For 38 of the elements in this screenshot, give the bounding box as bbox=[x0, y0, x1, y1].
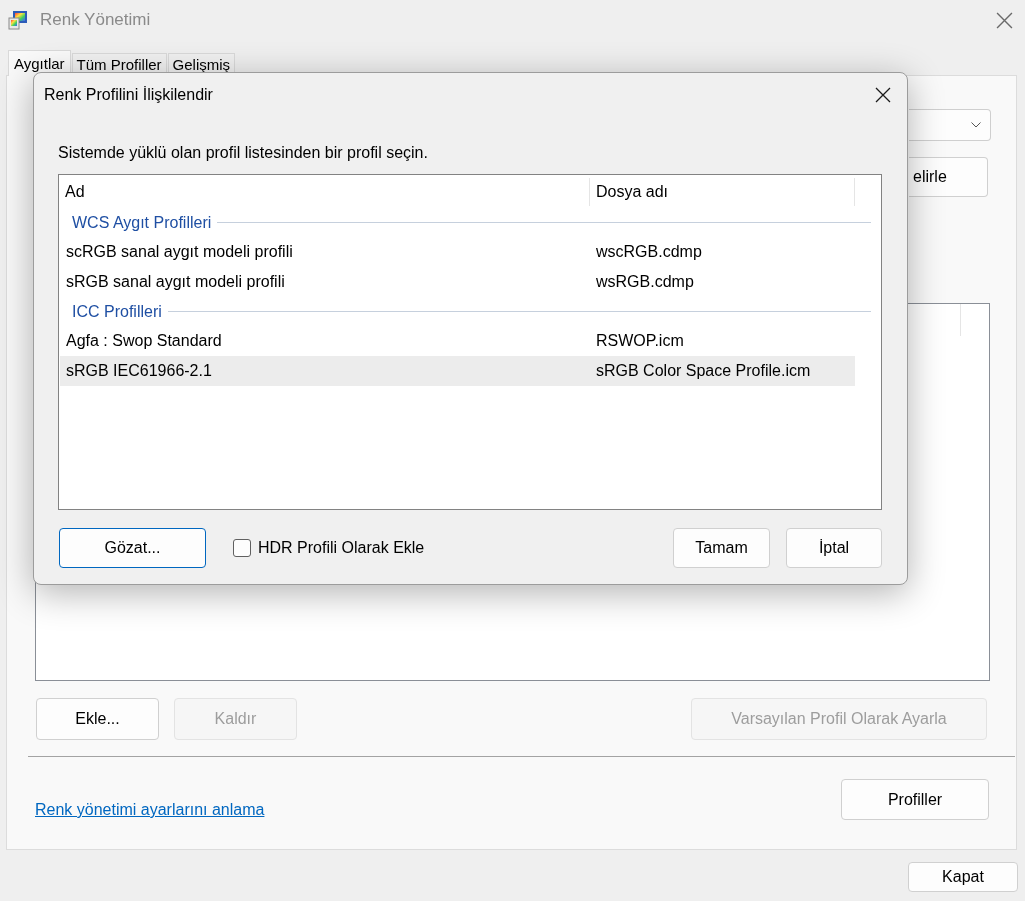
display-icon bbox=[8, 10, 28, 30]
profile-name-cell-text: Agfa : Swop Standard bbox=[65, 331, 223, 351]
hdr-checkbox[interactable] bbox=[233, 539, 251, 557]
profile-name-cell-text: scRGB sanal aygıt modeli profili bbox=[65, 242, 294, 262]
profile-name-cell-text: sRGB sanal aygıt modeli profili bbox=[65, 272, 286, 292]
profile-row[interactable]: Agfa : Swop Standard RSWOP.icm bbox=[60, 326, 855, 356]
dialog-button[interactable]: Tamam bbox=[673, 528, 770, 568]
profile-name-cell-text: sRGB IEC61966-2.1 bbox=[65, 361, 213, 381]
action-button[interactable]: Ekle... bbox=[36, 698, 159, 740]
group-header: WCS Aygıt Profilleri bbox=[72, 212, 212, 233]
profiles-button[interactable]: Profiller bbox=[841, 779, 989, 820]
hdr-checkbox-label[interactable]: HDR Profili Olarak Ekle bbox=[258, 538, 425, 558]
identify-button[interactable]: elirle bbox=[909, 157, 988, 197]
help-link[interactable]: Renk yönetimi ayarlarını anlama bbox=[35, 800, 265, 820]
file-name-cell-text: sRGB Color Space Profile.icm bbox=[595, 361, 812, 381]
close-icon bbox=[875, 86, 891, 103]
dialog-close-button[interactable] bbox=[875, 86, 891, 103]
close-window-button[interactable]: Kapat bbox=[908, 862, 1018, 892]
browse-button[interactable]: Gözat... bbox=[59, 528, 206, 568]
profile-row[interactable]: sRGB sanal aygıt modeli profili wsRGB.cdmp bbox=[60, 267, 855, 297]
window-title: Renk Yönetimi bbox=[40, 10, 151, 30]
instruction-text: Sistemde yüklü olan profil listesinden bir profil seçin. bbox=[58, 143, 429, 163]
tab[interactable]: Gelişmiş bbox=[167, 53, 236, 75]
tab[interactable]: Aygıtlar bbox=[8, 50, 71, 76]
close-button[interactable] bbox=[996, 11, 1013, 29]
dialog-title: Renk Profilini İlişkilendir bbox=[44, 84, 213, 105]
dialog-button[interactable]: İptal bbox=[786, 528, 882, 568]
file-name-cell-text: wsRGB.cdmp bbox=[595, 272, 695, 292]
file-name-cell-text: wscRGB.cdmp bbox=[595, 242, 703, 262]
group-header: ICC Profilleri bbox=[72, 301, 162, 322]
column-header[interactable]: Dosya adı bbox=[590, 177, 855, 206]
column-header[interactable]: Ad bbox=[59, 177, 590, 206]
profile-row[interactable]: sRGB IEC61966-2.1 sRGB Color Space Profile.icm bbox=[60, 356, 855, 386]
close-icon bbox=[996, 11, 1013, 29]
profile-row[interactable]: scRGB sanal aygıt modeli profili wscRGB.cdmp bbox=[60, 237, 855, 267]
file-name-cell-text: RSWOP.icm bbox=[595, 331, 685, 351]
tab[interactable]: Tüm Profiller bbox=[71, 53, 167, 75]
chevron-down-icon bbox=[971, 122, 981, 128]
